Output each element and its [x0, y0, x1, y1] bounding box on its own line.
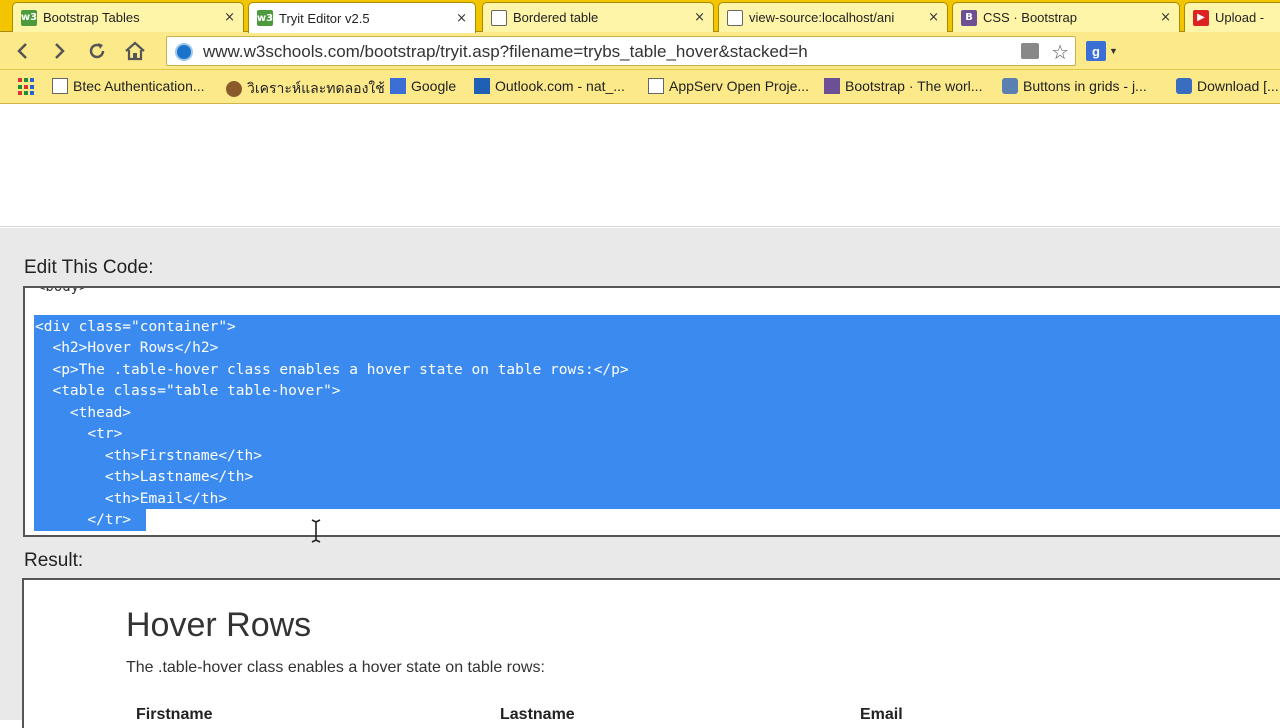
bookmark-download[interactable]: Download [... — [1176, 78, 1279, 94]
address-bar[interactable]: www.w3schools.com/bootstrap/tryit.asp?fi… — [166, 36, 1076, 66]
tab-title: CSS · Bootstrap — [983, 10, 1077, 25]
close-icon[interactable]: × — [694, 10, 705, 25]
bookmark-google[interactable]: Google — [390, 78, 456, 94]
code-line: <thead> — [35, 405, 132, 421]
translate-icon[interactable] — [1021, 43, 1039, 59]
result-title: Hover Rows — [126, 606, 312, 644]
reload-button[interactable] — [84, 38, 110, 64]
url-text[interactable]: www.w3schools.com/bootstrap/tryit.asp?fi… — [203, 42, 808, 62]
code-line: <th>Lastname</th> — [35, 469, 254, 485]
back-button[interactable] — [10, 38, 36, 64]
tab-bordered-table[interactable]: Bordered table × — [482, 2, 714, 32]
page-icon — [491, 9, 507, 26]
close-icon[interactable]: × — [456, 11, 467, 26]
bookmark-thai-site[interactable]: วิเคราะห์และทดลองใช้ — [226, 78, 385, 100]
bookmark-btec[interactable]: Btec Authentication... — [52, 78, 205, 94]
google-plus-icon: g — [1086, 41, 1106, 61]
bookmark-appserv[interactable]: AppServ Open Proje... — [648, 78, 809, 94]
edit-code-heading: Edit This Code: — [24, 257, 154, 278]
tab-title: Upload - — [1215, 10, 1265, 25]
bookmark-label: วิเคราะห์และทดลองใช้ — [247, 80, 385, 96]
code-line: <div class="container"> — [35, 319, 236, 335]
apps-icon[interactable] — [18, 78, 36, 96]
page-icon — [52, 78, 68, 94]
code-line: <table class="table table-hover"> — [35, 383, 341, 399]
chevron-down-icon: ▼ — [1109, 46, 1118, 56]
close-icon[interactable]: × — [1160, 10, 1171, 25]
forward-arrow-icon — [55, 43, 65, 59]
bookmark-bootstrap[interactable]: Bootstrap · The worl... — [824, 78, 982, 94]
youtube-icon: ▶ — [1193, 9, 1209, 26]
bookmark-buttons-grids[interactable]: Buttons in grids - j... — [1002, 78, 1147, 94]
forward-button[interactable] — [46, 38, 72, 64]
site-icon — [226, 81, 242, 97]
bootstrap-icon: B — [961, 9, 977, 26]
w3schools-icon: w3 — [257, 10, 273, 26]
bookmark-label: Download [... — [1197, 78, 1279, 94]
bookmark-star-icon[interactable]: ☆ — [1051, 40, 1069, 64]
page-header-area — [0, 105, 1280, 227]
bookmark-outlook[interactable]: Outlook.com - nat_... — [474, 78, 625, 94]
bookmark-label: Google — [411, 78, 457, 94]
home-icon — [125, 41, 145, 61]
w3schools-icon: w3 — [21, 9, 37, 26]
tab-title: Tryit Editor v2.5 — [279, 10, 370, 26]
code-line: <h2>Hover Rows</h2> — [35, 340, 219, 356]
result-frame: Hover Rows The .table-hover class enable… — [22, 578, 1280, 728]
code-editor[interactable]: <body> <div class="container"> <h2>Hover… — [23, 286, 1280, 537]
page-icon — [648, 78, 664, 94]
bookmarks-bar: Btec Authentication... วิเคราะห์และทดลอง… — [0, 70, 1280, 104]
bookmark-label: Bootstrap · The worl... — [845, 78, 983, 94]
bootstrap-icon — [824, 78, 840, 94]
column-header-email: Email — [860, 706, 903, 723]
download-icon — [1176, 78, 1192, 94]
close-icon[interactable]: × — [928, 10, 939, 25]
tab-strip: w3 Bootstrap Tables × w3 Tryit Editor v2… — [0, 0, 1280, 33]
column-header-lastname: Lastname — [500, 706, 575, 723]
tab-title: Bordered table — [513, 10, 599, 25]
bookmark-label: AppServ Open Proje... — [669, 78, 810, 94]
bookmark-label: Buttons in grids - j... — [1023, 78, 1147, 94]
browser-toolbar: www.w3schools.com/bootstrap/tryit.asp?fi… — [0, 32, 1280, 70]
page-icon — [727, 9, 743, 26]
google-icon — [390, 78, 406, 94]
text-cursor-icon — [311, 519, 321, 543]
bookmark-label: Btec Authentication... — [73, 78, 205, 94]
reload-icon — [89, 43, 105, 59]
home-button[interactable] — [122, 38, 148, 64]
stack-icon — [1002, 78, 1018, 94]
site-info-icon[interactable] — [175, 43, 193, 61]
code-line: <th>Email</th> — [35, 491, 228, 507]
close-icon[interactable]: × — [224, 10, 235, 25]
tab-css-bootstrap[interactable]: B CSS · Bootstrap × — [952, 2, 1180, 32]
tab-tryit-editor[interactable]: w3 Tryit Editor v2.5 × — [248, 2, 476, 33]
outlook-icon — [474, 78, 490, 94]
tab-title: Bootstrap Tables — [43, 10, 140, 25]
result-description: The .table-hover class enables a hover s… — [126, 659, 545, 676]
code-line-cutoff: <body> — [37, 286, 88, 295]
column-header-firstname: Firstname — [136, 706, 213, 723]
code-line: <th>Firstname</th> — [35, 448, 262, 464]
tab-bootstrap-tables[interactable]: w3 Bootstrap Tables × — [12, 2, 244, 32]
code-line: </tr> — [35, 512, 132, 528]
back-arrow-icon — [17, 43, 27, 59]
bookmark-label: Outlook.com - nat_... — [495, 78, 625, 94]
tab-title: view-source:localhost/ani — [749, 10, 895, 25]
tab-upload[interactable]: ▶ Upload - — [1184, 2, 1280, 32]
google-extension-button[interactable]: g ▼ — [1086, 39, 1120, 63]
code-line: <tr> — [35, 426, 123, 442]
result-heading: Result: — [24, 550, 84, 571]
tab-view-source[interactable]: view-source:localhost/ani × — [718, 2, 948, 32]
code-line: <p>The .table-hover class enables a hove… — [35, 362, 629, 378]
